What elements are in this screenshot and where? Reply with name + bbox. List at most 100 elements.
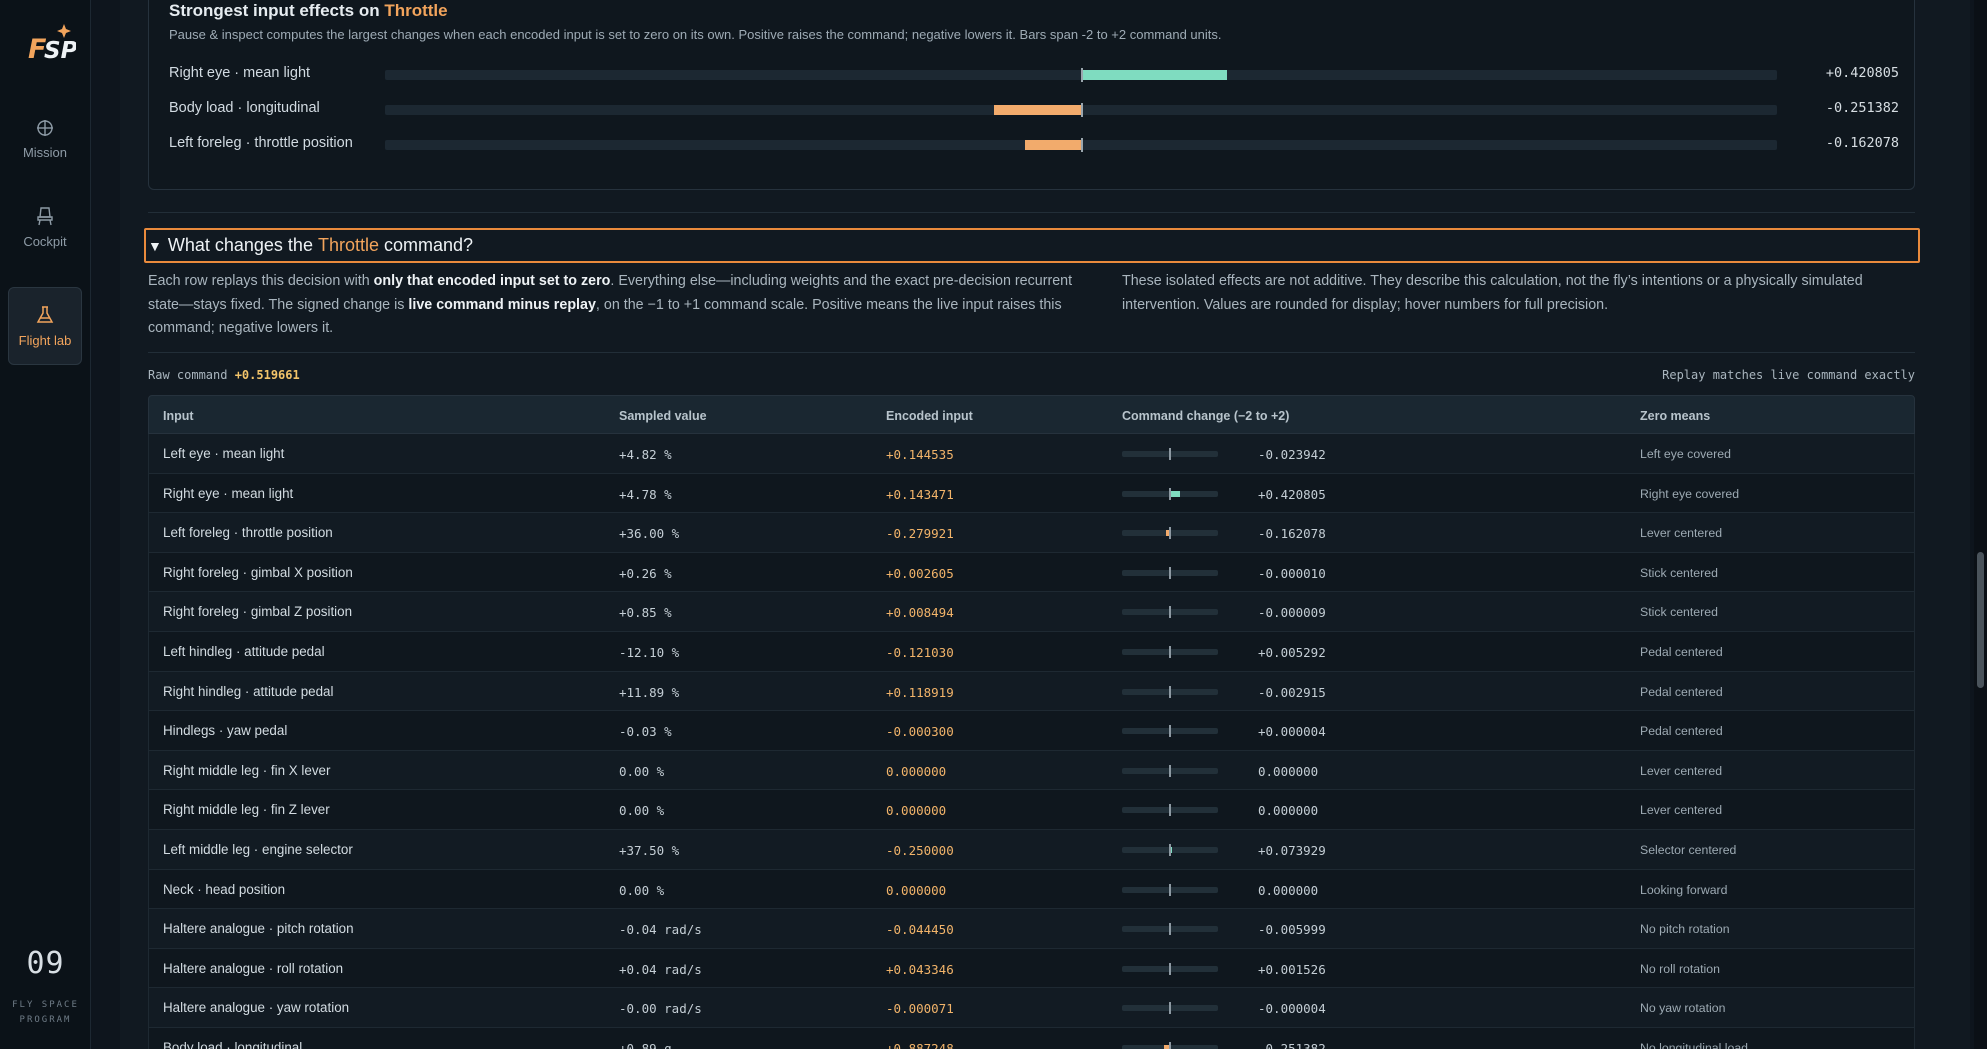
main-content: Strongest input effects on Throttle Paus… — [120, 0, 1970, 1049]
effect-value: -0.251382 — [1825, 100, 1899, 116]
encoded-input: 0.000000 — [886, 882, 947, 898]
change-bar-track — [1122, 923, 1218, 936]
sampled-value: +4.78 % — [619, 486, 672, 502]
sidebar: F SP Mission Cockpit Flight lab 09 FLY S… — [0, 0, 91, 1049]
header-zero: Zero means — [1640, 409, 1711, 423]
sampled-value: -0.00 rad/s — [619, 1001, 702, 1017]
change-bar-zero-line — [1169, 804, 1171, 817]
change-bar-zero-line — [1169, 566, 1171, 579]
table-row[interactable]: Hindlegs · yaw pedal -0.03 % -0.000300 +0.0… — [148, 711, 1915, 751]
section-toggle[interactable]: ▼ What changes the Throttle command? — [144, 228, 1920, 263]
zero-means: Looking forward — [1640, 882, 1728, 897]
sampled-value: -0.03 % — [619, 724, 672, 740]
change-bar-track — [1122, 645, 1218, 658]
program-name-line-2: PROGRAM — [19, 1015, 72, 1025]
zero-means: Right eye covered — [1640, 486, 1740, 501]
scrollbar-thumb[interactable] — [1977, 552, 1984, 688]
effect-row[interactable]: Left foreleg · throttle position -0.1620… — [169, 134, 1899, 154]
encoded-input: +0.043346 — [886, 961, 954, 977]
effect-label: Right eye · mean light — [169, 65, 311, 81]
nav-flight-lab[interactable]: Flight lab — [8, 287, 82, 365]
input-name: Right hindleg · attitude pedal — [163, 683, 334, 699]
zero-means: Stick centered — [1640, 565, 1718, 580]
table-row[interactable]: Body load · longitudinal +0.89 g +0.887248… — [148, 1027, 1915, 1049]
effect-label: Left foreleg · throttle position — [169, 135, 353, 151]
nav-flight-lab-label: Flight lab — [18, 332, 72, 348]
header-input: Input — [163, 409, 194, 423]
change-bar-track — [1122, 527, 1218, 540]
table-row[interactable]: Neck · head position 0.00 % 0.000000 0.0000… — [148, 869, 1915, 910]
effect-row[interactable]: Right eye · mean light +0.420805 — [169, 64, 1899, 84]
effects-description: Pause & inspect computes the largest cha… — [169, 27, 1222, 42]
sampled-value: +11.89 % — [619, 684, 680, 700]
table-row[interactable]: Left eye · mean light +4.82 % +0.144535 -0.… — [148, 434, 1915, 474]
section-divider — [148, 352, 1915, 353]
change-bar-zero-line — [1169, 685, 1171, 698]
change-bar-track — [1122, 566, 1218, 579]
change-bar-zero-line — [1169, 1002, 1171, 1015]
change-bar-track — [1122, 487, 1218, 500]
table-row[interactable]: Left hindleg · attitude pedal -12.10 % -0.… — [148, 631, 1915, 672]
table-row[interactable]: Left middle leg · engine selector +37.50 … — [148, 829, 1915, 870]
nav-mission-label: Mission — [22, 144, 68, 160]
table-row[interactable]: Right foreleg · gimbal Z position +0.85 %… — [148, 592, 1915, 632]
encoded-input: +0.887248 — [886, 1040, 954, 1049]
table-row[interactable]: Right middle leg · fin X lever 0.00 % 0.00… — [148, 750, 1915, 791]
command-change: +0.005292 — [1258, 644, 1326, 660]
encoded-input: 0.000000 — [886, 763, 947, 779]
scrollbar[interactable] — [1974, 0, 1987, 1049]
encoded-input: -0.250000 — [886, 842, 954, 858]
table-row[interactable]: Haltere analogue · pitch rotation -0.04 r… — [148, 909, 1915, 949]
svg-text:SP: SP — [44, 38, 76, 64]
strongest-effects-card: Strongest input effects on Throttle Paus… — [148, 0, 1915, 190]
crosshair-icon — [37, 119, 53, 136]
section-divider — [148, 212, 1915, 213]
program-number: 09 — [26, 946, 65, 981]
seat-icon — [37, 206, 53, 225]
input-name: Right foreleg · gimbal Z position — [163, 604, 353, 620]
fsp-logo: F SP — [28, 24, 76, 65]
effect-row[interactable]: Body load · longitudinal -0.251382 — [169, 99, 1899, 119]
encoded-input: -0.121030 — [886, 644, 954, 660]
command-change: 0.000000 — [1258, 882, 1319, 898]
command-change: +0.420805 — [1258, 486, 1326, 502]
zero-means: Stick centered — [1640, 605, 1718, 620]
encoded-input: +0.144535 — [886, 447, 954, 462]
encoded-input: -0.279921 — [886, 526, 954, 542]
change-bar-zero-line — [1169, 725, 1171, 738]
table-row[interactable]: Left foreleg · throttle position +36.00 %… — [148, 513, 1915, 553]
nav-cockpit[interactable]: Cockpit — [8, 188, 82, 266]
sampled-value: 0.00 % — [619, 763, 665, 779]
table-row[interactable]: Right hindleg · attitude pedal +11.89 % +0… — [148, 671, 1915, 712]
command-change: -0.000004 — [1258, 1001, 1326, 1017]
input-name: Left middle leg · engine selector — [163, 841, 353, 857]
change-bar-track — [1122, 448, 1218, 460]
table-row[interactable]: Right eye · mean light +4.78 % +0.143471 +0… — [148, 473, 1915, 514]
zero-means: Pedal centered — [1640, 644, 1723, 659]
raw-command-value: +0.519661 — [234, 368, 300, 382]
sampled-value: -0.04 rad/s — [619, 922, 702, 938]
table-row[interactable]: Right foreleg · gimbal X position +0.26 %… — [148, 552, 1915, 593]
change-bar-track — [1122, 685, 1218, 698]
explanation-left: Each row replays this decision with only… — [148, 270, 1078, 341]
effect-bar-track — [385, 103, 1777, 117]
encoded-input: +0.143471 — [886, 486, 954, 502]
table-row[interactable]: Haltere analogue · roll rotation +0.04 ra… — [148, 948, 1915, 989]
change-bar-track — [1122, 804, 1218, 817]
change-bar-zero-line — [1169, 487, 1171, 500]
effect-bar-zero-line — [1081, 103, 1083, 117]
table-row[interactable]: Haltere analogue · yaw rotation -0.00 rad… — [148, 988, 1915, 1028]
zero-means: No yaw rotation — [1640, 1001, 1726, 1016]
nav-mission[interactable]: Mission — [8, 100, 82, 178]
input-name: Hindlegs · yaw pedal — [163, 723, 288, 739]
sampled-value: 0.00 % — [619, 803, 665, 819]
table-row[interactable]: Right middle leg · fin Z lever 0.00 % 0.00… — [148, 790, 1915, 830]
command-change: +0.001526 — [1258, 961, 1326, 977]
command-change: -0.000009 — [1258, 605, 1326, 621]
change-bar-zero-line — [1169, 448, 1171, 460]
encoded-input: +0.002605 — [886, 565, 954, 581]
change-bar-zero-line — [1169, 1041, 1171, 1049]
zero-means: No pitch rotation — [1640, 922, 1730, 937]
change-bar-zero-line — [1169, 883, 1171, 896]
explanation-text: Each row replays this decision with — [148, 273, 374, 289]
